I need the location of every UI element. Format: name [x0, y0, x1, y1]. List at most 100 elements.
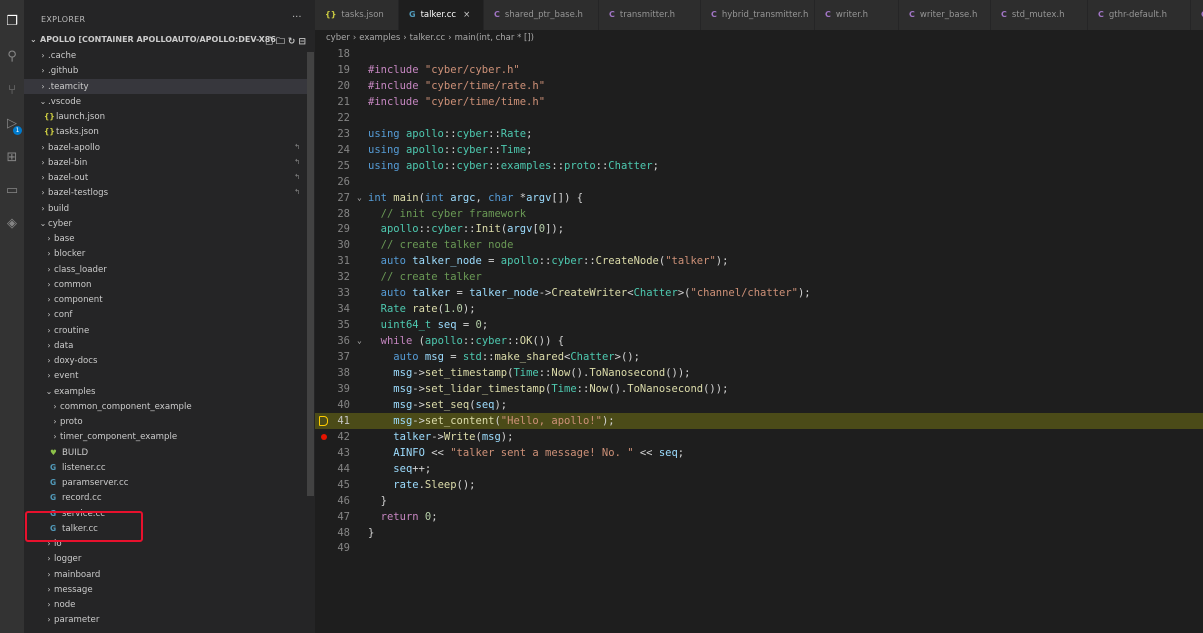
tree-folder[interactable]: › proto — [24, 414, 308, 429]
tree-folder[interactable]: › doxy-docs — [24, 353, 308, 368]
workspace-root[interactable]: ⌄ APOLLO [CONTAINER APOLLOAUTO/APOLLO:DEV… — [30, 35, 315, 47]
tree-file[interactable]: {}tasks.json — [24, 124, 308, 139]
code-line[interactable]: 34 Rate rate(1.0); — [315, 301, 1203, 317]
code-line[interactable]: 46 } — [315, 493, 1203, 509]
editor-tab[interactable]: Cstd_mutex.h — [991, 0, 1088, 30]
breadcrumb-item[interactable]: main(int, char * []) — [455, 33, 534, 43]
editor-tab[interactable]: Cgthr-default.h — [1088, 0, 1191, 30]
tree-folder[interactable]: › .github — [24, 63, 308, 78]
tree-folder[interactable]: ⌄ examples — [24, 384, 308, 399]
code-line[interactable]: 28 // init cyber framework — [315, 206, 1203, 222]
code-line[interactable]: 29 apollo::cyber::Init(argv[0]); — [315, 221, 1203, 237]
tree-folder[interactable]: › logger — [24, 551, 308, 566]
code-line[interactable]: 26 — [315, 174, 1203, 190]
code-line[interactable]: 37 auto msg = std::make_shared<Chatter>(… — [315, 349, 1203, 365]
code-line[interactable]: 43 AINFO << "talker sent a message! No. … — [315, 445, 1203, 461]
new-file-icon[interactable]: 🗋 — [266, 37, 276, 47]
tree-folder[interactable]: › class_loader — [24, 262, 308, 277]
editor-tab[interactable]: Chybrid_transmitter.h — [701, 0, 815, 30]
code-line[interactable]: 39 msg->set_lidar_timestamp(Time::Now().… — [315, 381, 1203, 397]
code-line[interactable]: 30 // create talker node — [315, 237, 1203, 253]
code-line[interactable]: 44 seq++; — [315, 461, 1203, 477]
editor-tab[interactable]: Cshared_ptr_base.h — [484, 0, 599, 30]
code-text: } — [368, 494, 387, 507]
tree-file[interactable]: Glistener.cc — [24, 460, 308, 475]
remote-explorer-icon[interactable]: ▭ — [4, 183, 20, 199]
tree-folder[interactable]: › common — [24, 277, 308, 292]
code-line[interactable]: 25 using apollo::cyber::examples::proto::… — [315, 158, 1203, 174]
refresh-icon[interactable]: ↻ — [288, 37, 299, 47]
editor-tab[interactable]: Gtalker.cc × — [399, 0, 484, 30]
tree-folder[interactable]: › bazel-apollo ↰ — [24, 140, 308, 155]
more-actions-icon[interactable]: ··· — [292, 12, 302, 23]
tree-folder[interactable]: › .cache — [24, 48, 308, 63]
search-icon[interactable]: ⚲ — [4, 49, 20, 65]
tree-folder[interactable]: › blocker — [24, 246, 308, 261]
tree-folder[interactable]: › mainboard — [24, 567, 308, 582]
tree-file[interactable]: {}launch.json — [24, 109, 308, 124]
tree-folder[interactable]: › timer_component_example — [24, 429, 308, 444]
code-line[interactable]: 42 talker->Write(msg); — [315, 429, 1203, 445]
code-line[interactable]: 36 ⌄ while (apollo::cyber::OK()) { — [315, 333, 1203, 349]
code-line[interactable]: 33 auto talker = talker_node->CreateWrit… — [315, 285, 1203, 301]
code-line[interactable]: 38 msg->set_timestamp(Time::Now().ToNano… — [315, 365, 1203, 381]
tree-folder[interactable]: › conf — [24, 307, 308, 322]
code-line[interactable]: 47 return 0; — [315, 509, 1203, 525]
fold-chevron-icon[interactable]: ⌄ — [357, 333, 362, 349]
tree-folder[interactable]: › croutine — [24, 323, 308, 338]
tree-folder[interactable]: ⌄ cyber — [24, 216, 308, 231]
docker-icon[interactable]: ◈ — [4, 216, 20, 232]
code-line[interactable]: 22 — [315, 110, 1203, 126]
tree-folder[interactable]: › base — [24, 231, 308, 246]
code-line[interactable]: 35 uint64_t seq = 0; — [315, 317, 1203, 333]
editor-tab[interactable]: Ct — [1191, 0, 1203, 30]
tree-folder[interactable]: › build — [24, 201, 308, 216]
tree-folder[interactable]: › common_component_example — [24, 399, 308, 414]
tree-folder[interactable]: › parameter — [24, 612, 308, 627]
tree-folder[interactable]: ⌄ .vscode — [24, 94, 308, 109]
code-line[interactable]: 24 using apollo::cyber::Time; — [315, 142, 1203, 158]
tree-folder[interactable]: › component — [24, 292, 308, 307]
tree-folder[interactable]: › bazel-testlogs ↰ — [24, 185, 308, 200]
code-line[interactable]: 48} — [315, 525, 1203, 541]
code-line[interactable]: 20 #include "cyber/time/rate.h" — [315, 78, 1203, 94]
tree-folder[interactable]: › data — [24, 338, 308, 353]
breadcrumb-item[interactable]: talker.cc — [410, 33, 446, 43]
code-line[interactable]: 31 auto talker_node = apollo::cyber::Cre… — [315, 253, 1203, 269]
code-line[interactable]: 45 rate.Sleep(); — [315, 477, 1203, 493]
code-line[interactable]: 41 msg->set_content("Hello, apollo!"); — [315, 412, 1203, 429]
new-folder-icon[interactable]: 🗀 — [276, 37, 288, 47]
explorer-icon[interactable]: ❐ — [4, 14, 20, 30]
code-line[interactable]: 49 — [315, 540, 1203, 556]
sidebar-scrollbar[interactable] — [307, 52, 314, 496]
code-line[interactable]: 27 ⌄ int main(int argc, char *argv[]) { — [315, 190, 1203, 206]
fold-chevron-icon[interactable]: ⌄ — [357, 190, 362, 206]
tree-item-label: logger — [54, 554, 82, 565]
breadcrumb[interactable]: cyber › examples › talker.cc › main(int, char … — [326, 33, 534, 43]
tree-folder[interactable]: › .teamcity — [24, 78, 308, 94]
close-icon[interactable]: × — [463, 10, 470, 20]
code-line[interactable]: 23 using apollo::cyber::Rate; — [315, 126, 1203, 142]
breadcrumb-item[interactable]: cyber — [326, 33, 350, 43]
tree-folder[interactable]: › node — [24, 597, 308, 612]
tree-file[interactable]: ♥ BUILD — [24, 445, 308, 460]
extensions-icon[interactable]: ⊞ — [4, 150, 20, 166]
code-line[interactable]: 40 msg->set_seq(seq); — [315, 397, 1203, 413]
collapse-all-icon[interactable]: ⊟ — [298, 37, 309, 47]
editor-tab[interactable]: Cwriter.h — [815, 0, 899, 30]
tree-folder[interactable]: › bazel-out ↰ — [24, 170, 308, 185]
editor-tab[interactable]: Ctransmitter.h — [599, 0, 701, 30]
code-line[interactable]: 32 // create talker — [315, 269, 1203, 285]
code-line[interactable]: 19 #include "cyber/cyber.h" — [315, 62, 1203, 78]
breadcrumb-item[interactable]: examples — [359, 33, 400, 43]
source-control-icon[interactable]: ⑂ — [4, 83, 20, 99]
tree-folder[interactable]: › event — [24, 368, 308, 383]
tree-file[interactable]: Gparamserver.cc — [24, 475, 308, 490]
editor-tab[interactable]: Cwriter_base.h — [899, 0, 991, 30]
tree-folder[interactable]: › bazel-bin ↰ — [24, 155, 308, 170]
code-line[interactable]: 18 — [315, 46, 1203, 62]
code-line[interactable]: 21 #include "cyber/time/time.h" — [315, 94, 1203, 110]
editor-tab[interactable]: {} tasks.json — [315, 0, 399, 30]
tree-file[interactable]: Grecord.cc — [24, 490, 308, 505]
tree-folder[interactable]: › message — [24, 582, 308, 597]
